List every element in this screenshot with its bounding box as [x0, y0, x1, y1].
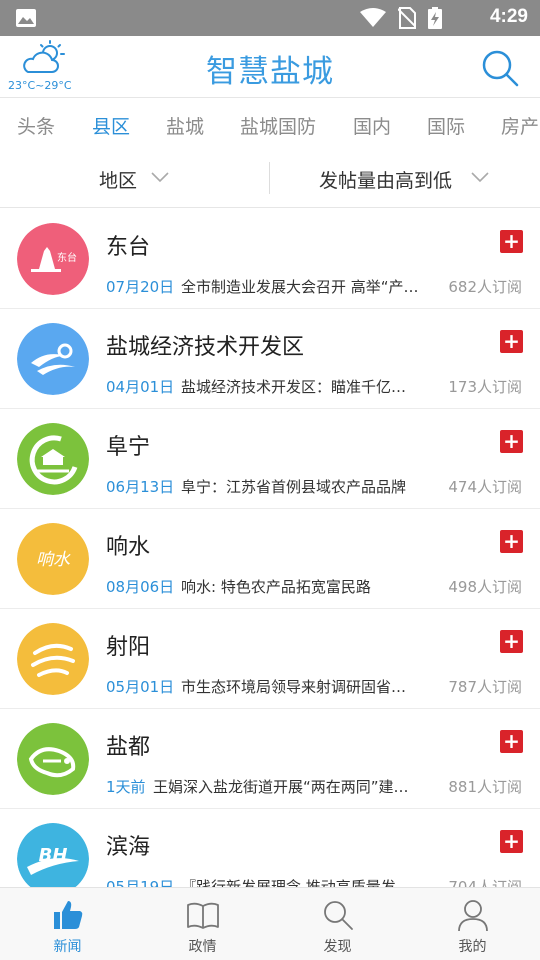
- add-subscription-button[interactable]: +: [500, 230, 523, 253]
- status-bar: 4:29: [0, 0, 540, 36]
- add-subscription-button[interactable]: +: [500, 730, 523, 753]
- nav-label: 发现: [323, 939, 352, 955]
- list-item[interactable]: 阜宁 06月13日 阜宁：江苏省首例县域农产品品牌 474人订阅 +: [0, 409, 540, 509]
- image-notification-icon: [16, 9, 36, 27]
- nav-label: 新闻: [53, 939, 82, 955]
- nav-news[interactable]: 新闻: [0, 888, 135, 960]
- county-list: 东台 东台 07月20日 全市制造业发展大会召开 高举“产业强市”大旗 682人…: [0, 209, 540, 887]
- tab-counties[interactable]: 县区: [92, 112, 130, 139]
- sort-filter[interactable]: 发帖量由高到低: [319, 166, 452, 193]
- add-subscription-button[interactable]: +: [500, 830, 523, 853]
- county-name: 东台: [106, 235, 151, 260]
- post-date: 04月01日: [106, 378, 175, 396]
- search-icon: [323, 901, 353, 930]
- add-subscription-button[interactable]: +: [500, 430, 523, 453]
- chevron-down-icon[interactable]: [470, 170, 490, 184]
- search-icon[interactable]: [480, 48, 520, 88]
- filter-bar: 地区 发帖量由高到低: [0, 150, 540, 208]
- post-headline: 全市制造业发展大会召开 高举“产业强市”大旗: [181, 278, 421, 296]
- post-date: 1天前: [106, 778, 146, 796]
- county-name: 滨海: [106, 835, 151, 860]
- post-headline: 『践行新发展理念 推动高质量发展』: [181, 878, 421, 887]
- county-name: 阜宁: [106, 435, 151, 460]
- post-headline: 盐城经济技术开发区：瞄准千亿级产业集群: [181, 378, 421, 396]
- list-item[interactable]: BH 滨海 05月19日 『践行新发展理念 推动高质量发展』 704人订阅 +: [0, 809, 540, 887]
- post-date: 08月06日: [106, 578, 175, 596]
- avatar-text: BH: [39, 845, 68, 866]
- county-logo-econ-dev-zone: [17, 323, 89, 395]
- tab-international[interactable]: 国际: [427, 112, 465, 139]
- post-headline: 王娟深入盐龙街道开展“两在两同”建设新风行动: [153, 778, 420, 796]
- no-sim-icon: [398, 7, 416, 29]
- list-item[interactable]: 盐都 1天前 王娟深入盐龙街道开展“两在两同”建设新风行动 881人订阅 +: [0, 709, 540, 809]
- county-logo-sheyang: [17, 623, 89, 695]
- filter-divider: [269, 162, 270, 194]
- nav-label: 政情: [188, 939, 217, 955]
- person-icon: [457, 900, 488, 932]
- post-headline: 市生态环境局领导来射调研固省级项目: [181, 678, 421, 696]
- list-item[interactable]: 射阳 05月01日 市生态环境局领导来射调研固省级项目 787人订阅 +: [0, 609, 540, 709]
- subscriber-count: 173人订阅: [448, 378, 522, 396]
- clock: 4:29: [489, 6, 528, 27]
- app-header: 23°C~29°C 智慧盐城: [0, 36, 540, 98]
- county-name: 盐城经济技术开发区: [106, 335, 305, 360]
- add-subscription-button[interactable]: +: [500, 330, 523, 353]
- post-headline: 响水: 特色农产品拓宽富民路: [181, 578, 371, 596]
- county-name: 响水: [106, 535, 151, 560]
- system-icons: [360, 7, 442, 29]
- avatar-text: 东台: [57, 251, 77, 264]
- county-logo-yandu: [17, 723, 89, 795]
- county-logo-xiangshui: 响水: [17, 523, 89, 595]
- subscriber-count: 881人订阅: [448, 778, 522, 796]
- tab-headlines[interactable]: 头条: [17, 112, 55, 139]
- thumbs-up-icon: [53, 901, 82, 929]
- tab-yancheng-defense[interactable]: 盐城国防: [240, 112, 316, 139]
- battery-charging-icon: [428, 7, 442, 29]
- post-date: 05月01日: [106, 678, 175, 696]
- tab-real-estate[interactable]: 房产: [501, 112, 539, 139]
- post-date: 06月13日: [106, 478, 175, 496]
- chevron-down-icon[interactable]: [150, 170, 170, 184]
- post-date: 07月20日: [106, 278, 175, 296]
- list-item[interactable]: 盐城经济技术开发区 04月01日 盐城经济技术开发区：瞄准千亿级产业集群 173…: [0, 309, 540, 409]
- post-headline: 阜宁：江苏省首例县域农产品品牌: [181, 478, 407, 496]
- wifi-icon: [360, 8, 386, 27]
- county-name: 盐都: [106, 735, 151, 760]
- subscriber-count: 474人订阅: [448, 478, 522, 496]
- nav-label: 我的: [458, 939, 487, 955]
- avatar-text: 响水: [36, 550, 71, 570]
- county-logo-funing: [17, 423, 89, 495]
- subscriber-count: 787人订阅: [448, 678, 522, 696]
- tab-domestic[interactable]: 国内: [353, 112, 391, 139]
- add-subscription-button[interactable]: +: [500, 530, 523, 553]
- subscriber-count: 704人订阅: [448, 878, 522, 887]
- list-item[interactable]: 响水 响水 08月06日 响水: 特色农产品拓宽富民路 498人订阅 +: [0, 509, 540, 609]
- channel-tabs: 头条 县区 盐城 盐城国防 国内 国际 房产: [0, 98, 540, 150]
- post-date: 05月19日: [106, 878, 175, 887]
- nav-discover[interactable]: 发现: [270, 888, 405, 960]
- bottom-navigation: 新闻 政情 发现 我的: [0, 887, 540, 960]
- county-logo-dongtai: 东台: [17, 223, 89, 295]
- app-logo: 智慧盐城: [206, 54, 334, 90]
- list-item[interactable]: 东台 东台 07月20日 全市制造业发展大会召开 高举“产业强市”大旗 682人…: [0, 209, 540, 309]
- nav-profile[interactable]: 我的: [405, 888, 540, 960]
- tab-yancheng[interactable]: 盐城: [166, 112, 204, 139]
- nav-government[interactable]: 政情: [135, 888, 270, 960]
- book-icon: [186, 902, 219, 929]
- app-screen: 4:29 23°C~29°C 智慧盐城 头条 县区 盐城 盐城国防 国内 国际 …: [0, 0, 540, 960]
- county-logo-binhai: BH: [17, 823, 89, 887]
- county-name: 射阳: [106, 635, 151, 660]
- subscriber-count: 682人订阅: [448, 278, 522, 296]
- subscriber-count: 498人订阅: [448, 578, 522, 596]
- region-filter[interactable]: 地区: [99, 166, 137, 193]
- add-subscription-button[interactable]: +: [500, 630, 523, 653]
